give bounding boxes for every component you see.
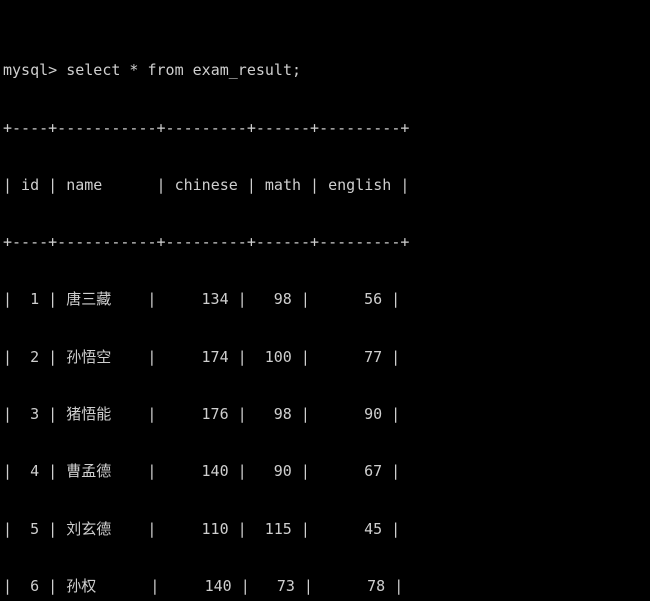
table-row: | 2 | 孙悟空 | 174 | 100 | 77 |: [3, 347, 401, 366]
table-row: | 5 | 刘玄德 | 110 | 115 | 45 |: [3, 519, 401, 538]
table-row: | 6 | 孙权 | 140 | 73 | 78 |: [3, 576, 404, 595]
table-border-header: +----+-----------+---------+------+-----…: [3, 233, 410, 252]
command-line-select-first: mysql> select * from exam_result;: [3, 61, 302, 80]
terminal-window[interactable]: mysql> select * from exam_result; +----+…: [0, 0, 650, 601]
table-row: | 3 | 猪悟能 | 176 | 98 | 90 |: [3, 404, 401, 423]
table-row: | 4 | 曹孟德 | 140 | 90 | 67 |: [3, 462, 401, 481]
table-header-row: | id | name | chinese | math | english |: [3, 175, 410, 194]
table-border-top: +----+-----------+---------+------+-----…: [3, 118, 410, 137]
table-row: | 1 | 唐三藏 | 134 | 98 | 56 |: [3, 290, 401, 309]
